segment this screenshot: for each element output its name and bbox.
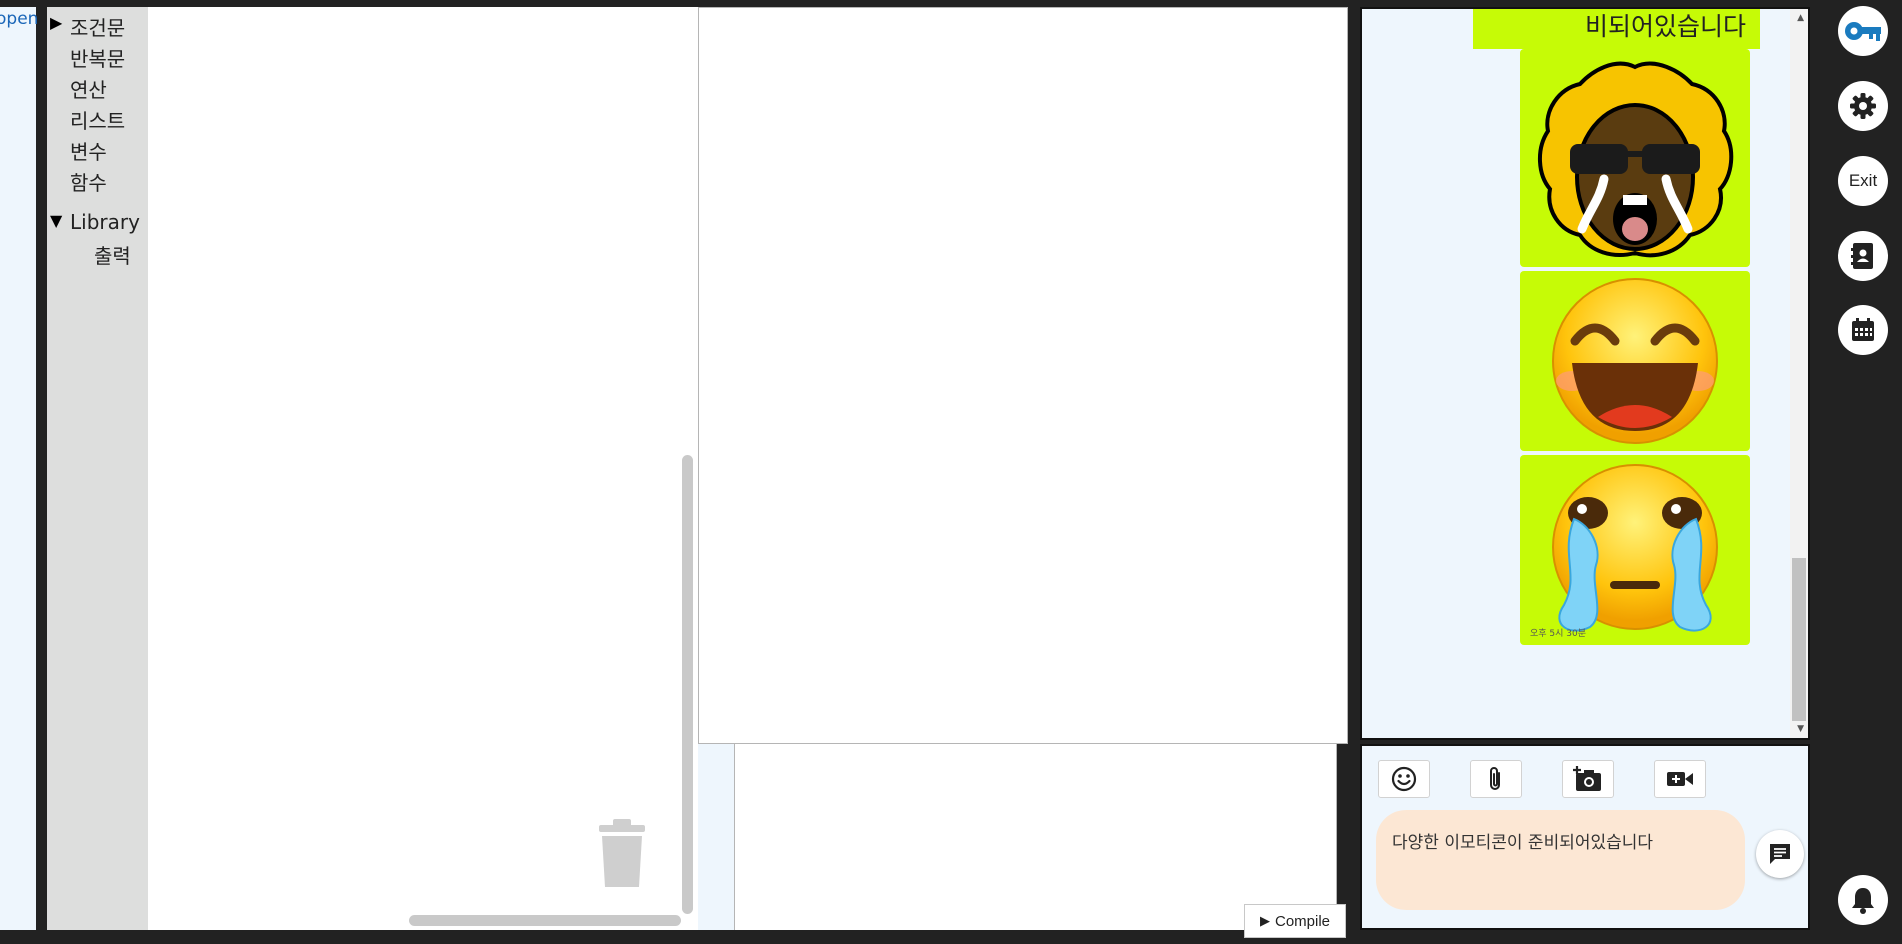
key-icon <box>1845 22 1881 41</box>
toolbox-item-output[interactable]: 출력 <box>94 240 131 269</box>
send-button[interactable] <box>1756 830 1804 878</box>
workspace-vertical-scrollbar[interactable] <box>682 455 693 914</box>
scroll-down-arrow-icon[interactable]: ▼ <box>1797 724 1804 734</box>
chat-messages[interactable]: 비되어있습니다 오후 5시 30분 ▲ ▼ <box>1360 7 1810 740</box>
open-link[interactable]: open <box>0 9 38 29</box>
gear-icon <box>1850 93 1876 119</box>
laughing-emoticon <box>1552 278 1718 444</box>
output-pane <box>698 744 1337 930</box>
message-timestamp: 오후 5시 30분 <box>1530 629 1587 639</box>
toolbox-item-library[interactable]: Library <box>70 210 140 234</box>
toolbox-item-conditional[interactable]: 조건문 <box>70 12 125 41</box>
expand-arrow-icon[interactable]: ▶ <box>50 13 62 32</box>
paperclip-icon <box>1490 767 1500 790</box>
toolbox-item-list[interactable]: 리스트 <box>70 105 125 134</box>
emoji-button[interactable] <box>1378 760 1430 798</box>
add-video-button[interactable] <box>1654 760 1706 798</box>
chat-emoticon-bubble[interactable] <box>1520 49 1750 267</box>
key-button[interactable] <box>1838 6 1888 56</box>
emoji-icon <box>1391 766 1417 792</box>
crying-emoticon <box>1552 464 1718 632</box>
bell-icon <box>1852 888 1874 914</box>
compile-label: Compile <box>1274 912 1331 930</box>
block-workspace[interactable]: ▶ 조건문 반복문 연산 리스트 변수 함수 ▼ Library 출력 <box>47 7 698 930</box>
trash-icon[interactable] <box>595 817 649 889</box>
chat-input-area: 다양한 이모티콘이 준비되어있습니다 <box>1360 744 1810 930</box>
chat-emoticon-bubble[interactable]: 오후 5시 30분 <box>1520 455 1750 645</box>
calendar-icon <box>1852 318 1874 341</box>
notifications-button[interactable] <box>1838 875 1888 925</box>
message-input[interactable]: 다양한 이모티콘이 준비되어있습니다 <box>1376 810 1745 910</box>
exit-label: Exit <box>1848 171 1878 190</box>
chat-message-text: 비되어있습니다 <box>1473 9 1760 49</box>
exit-button[interactable]: Exit <box>1838 156 1888 206</box>
left-strip: open <box>0 7 38 930</box>
camera-plus-icon <box>1573 766 1601 791</box>
chat-send-icon <box>1770 844 1790 864</box>
toolbox-item-variable[interactable]: 변수 <box>70 136 107 165</box>
toolbox-item-operation[interactable]: 연산 <box>70 74 107 103</box>
scroll-up-arrow-icon[interactable]: ▲ <box>1797 13 1804 23</box>
contacts-icon <box>1851 243 1873 269</box>
contacts-button[interactable] <box>1838 231 1888 281</box>
output-console[interactable] <box>734 744 1337 930</box>
settings-button[interactable] <box>1838 81 1888 131</box>
toolbox: ▶ 조건문 반복문 연산 리스트 변수 함수 ▼ Library 출력 <box>47 7 148 930</box>
chat-scroll-thumb[interactable] <box>1792 558 1806 721</box>
collapse-arrow-icon[interactable]: ▼ <box>50 211 62 230</box>
play-icon: ▶ <box>1259 913 1270 928</box>
code-preview-pane[interactable] <box>698 7 1348 744</box>
calendar-button[interactable] <box>1838 305 1888 355</box>
toolbox-item-function[interactable]: 함수 <box>70 167 107 196</box>
attach-file-button[interactable] <box>1470 760 1522 798</box>
compile-button[interactable]: ▶ Compile <box>1244 904 1346 938</box>
chat-emoticon-bubble[interactable] <box>1520 271 1750 451</box>
add-photo-button[interactable] <box>1562 760 1614 798</box>
afro-sunglasses-crying-emoticon <box>1537 61 1734 258</box>
workspace-horizontal-scrollbar[interactable] <box>409 915 681 926</box>
chat-scrollbar[interactable]: ▲ ▼ <box>1790 9 1808 738</box>
video-plus-icon <box>1667 772 1693 786</box>
toolbox-item-loop[interactable]: 반복문 <box>70 43 125 72</box>
